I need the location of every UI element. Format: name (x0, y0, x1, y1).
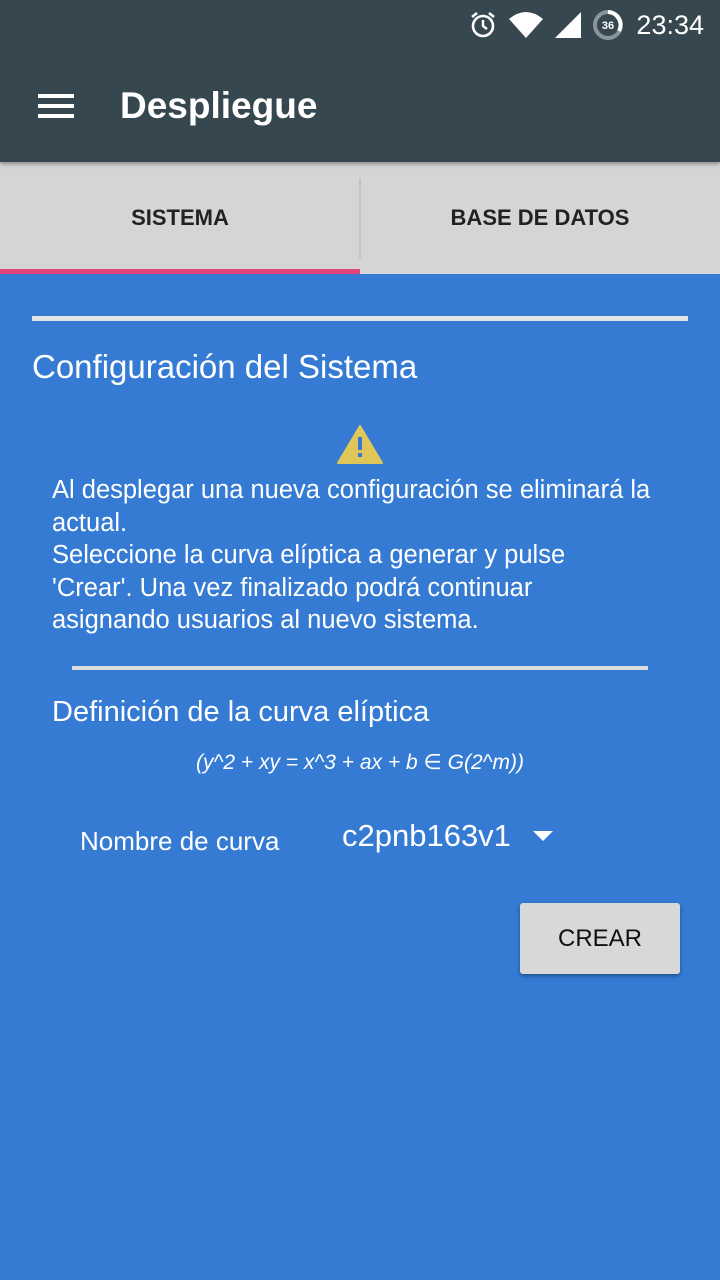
section-title: Configuración del Sistema (32, 348, 418, 385)
section-divider (32, 316, 688, 321)
curve-formula: (y^2 + xy = x^3 + ax + b ∈ G(2^m)) (196, 751, 524, 774)
hamburger-menu-icon[interactable] (0, 50, 112, 162)
curve-section-title: Definición de la curva elíptica (52, 696, 430, 728)
warning-triangle-icon (337, 424, 383, 469)
tab-base-de-datos[interactable]: BASE DE DATOS (360, 162, 720, 274)
status-bar: 36 23:34 (0, 0, 720, 50)
app-title: Despliegue (120, 85, 318, 126)
tab-sistema[interactable]: SISTEMA (0, 162, 360, 274)
app-bar: Despliegue (0, 50, 720, 162)
chevron-down-icon (532, 831, 553, 841)
signal-icon (554, 11, 582, 39)
tab-divider (359, 178, 361, 258)
subsection-divider (72, 666, 648, 670)
curve-name-dropdown[interactable]: c2pnb163v1 (342, 818, 553, 854)
curve-name-value: c2pnb163v1 (342, 818, 511, 853)
battery-icon: 36 (592, 9, 624, 41)
battery-level-text: 36 (602, 20, 614, 32)
alarm-icon (468, 10, 498, 40)
info-line: Al desplegar una nueva configuración se … (52, 476, 651, 537)
info-text: Al desplegar una nueva configuración se … (52, 474, 652, 637)
info-line: Seleccione la curva elíptica a generar y… (52, 541, 566, 634)
clock-time: 23:34 (636, 9, 704, 40)
wifi-icon (508, 11, 544, 39)
main-content: Configuración del Sistema Al desplegar u… (0, 274, 720, 1280)
curve-name-label: Nombre de curva (80, 826, 280, 856)
crear-button[interactable]: CREAR (520, 903, 680, 974)
